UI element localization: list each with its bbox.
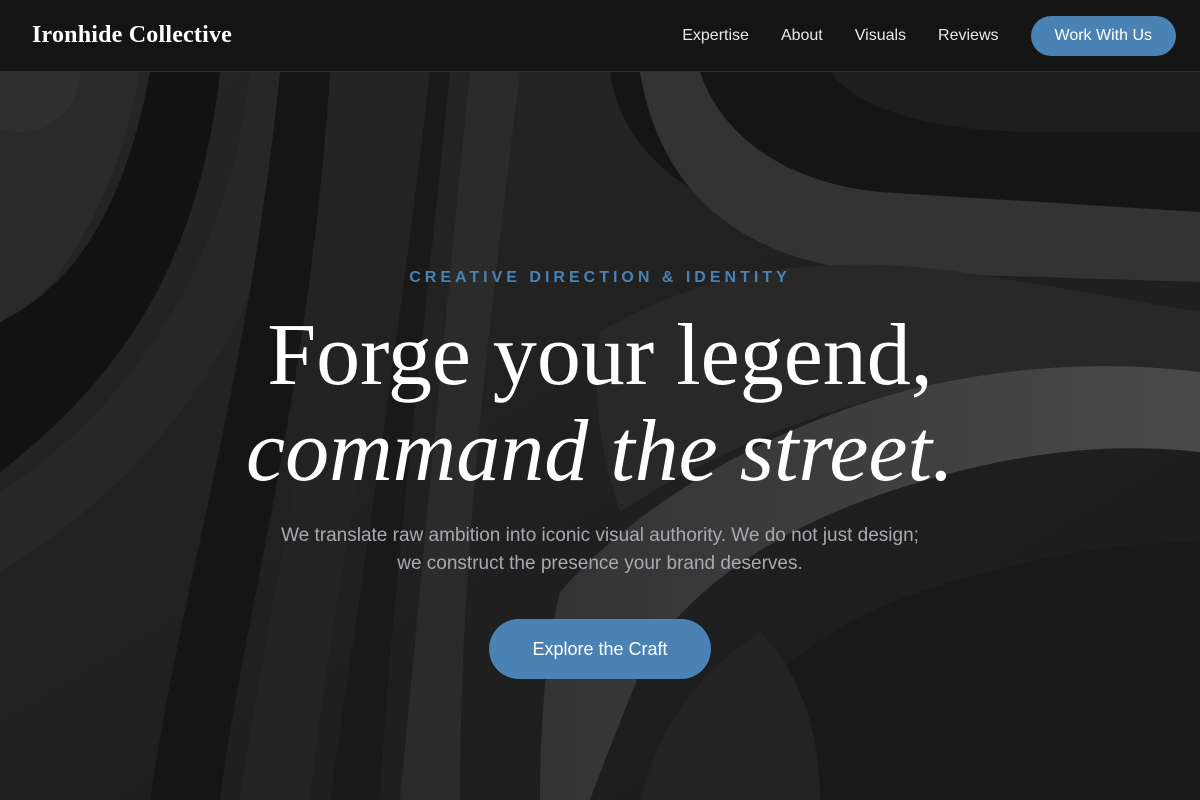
work-with-us-button[interactable]: Work With Us	[1030, 15, 1176, 56]
brand-logo[interactable]: Ironhide Collective	[32, 22, 232, 49]
nav-link-visuals[interactable]: Visuals	[855, 27, 906, 45]
hero-content: CREATIVE DIRECTION & IDENTITY Forge your…	[0, 72, 1200, 800]
nav-link-reviews[interactable]: Reviews	[938, 27, 998, 45]
site-header: Ironhide Collective Expertise About Visu…	[0, 0, 1200, 72]
hero-headline: Forge your legend, command the street.	[0, 308, 1200, 500]
headline-line-1: Forge your legend,	[267, 307, 933, 404]
hero-eyebrow: CREATIVE DIRECTION & IDENTITY	[409, 269, 791, 286]
headline-line-2: command the street.	[246, 403, 954, 500]
explore-craft-button[interactable]: Explore the Craft	[489, 619, 711, 679]
nav-link-about[interactable]: About	[781, 27, 823, 45]
landing-page: Ironhide Collective Expertise About Visu…	[0, 0, 1200, 800]
hero-section: CREATIVE DIRECTION & IDENTITY Forge your…	[0, 72, 1200, 800]
hero-subtext: We translate raw ambition into iconic vi…	[281, 525, 919, 574]
nav-link-expertise[interactable]: Expertise	[682, 27, 749, 45]
main-nav: Expertise About Visuals Reviews Work Wit…	[682, 15, 1176, 56]
